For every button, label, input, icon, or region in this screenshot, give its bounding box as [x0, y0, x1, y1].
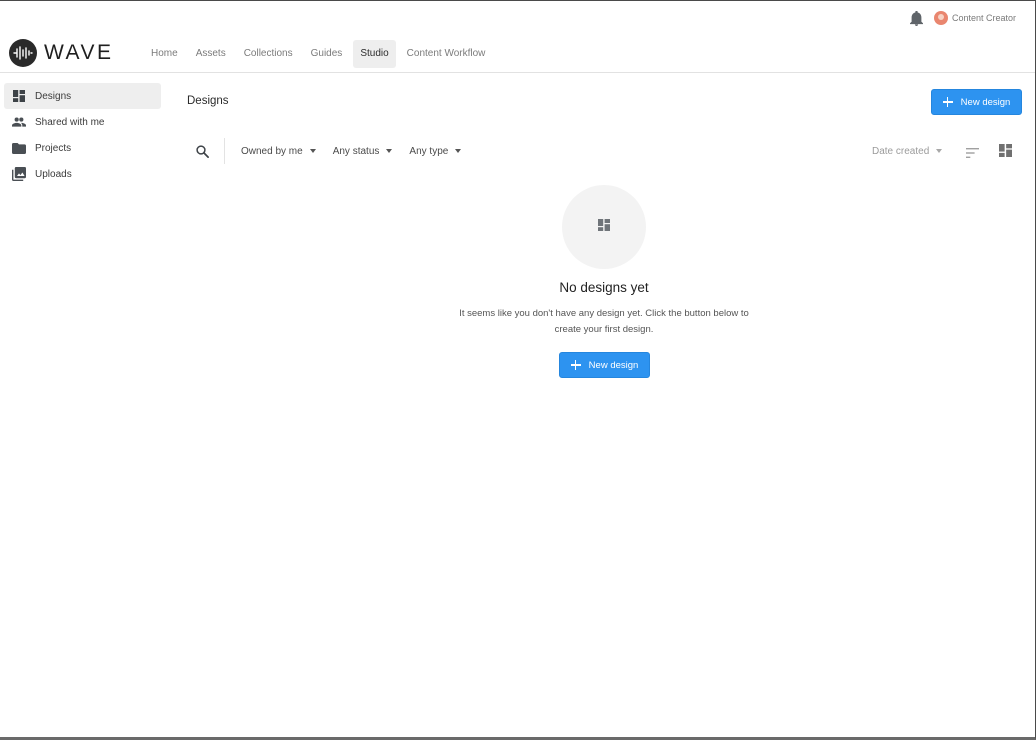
sidebar-item-label: Projects — [35, 142, 72, 154]
empty-state-new-design-button[interactable]: New design — [559, 352, 650, 378]
filter-bar: Owned by me Any status Any type — [193, 138, 478, 164]
sort-order-icon[interactable] — [966, 145, 980, 158]
nav-home[interactable]: Home — [144, 40, 185, 68]
page-title: Designs — [187, 95, 229, 107]
sort-controls: Date created — [872, 144, 1012, 158]
chevron-down-icon — [936, 149, 943, 153]
empty-state-button-label: New design — [588, 359, 639, 371]
nav-content-workflow[interactable]: Content Workflow — [400, 40, 493, 68]
empty-state-line-1: It seems like you don't have any design … — [459, 308, 749, 319]
wave-logo-icon — [9, 39, 37, 67]
empty-state-illustration — [562, 185, 646, 269]
folder-icon — [12, 141, 26, 155]
nav-studio[interactable]: Studio — [353, 40, 396, 68]
status-filter-dropdown[interactable]: Any status — [333, 146, 393, 157]
chevron-down-icon — [455, 149, 462, 153]
app-header: Content Creator WAVE Home Assets Collect… — [0, 1, 1035, 73]
sidebar-item-designs[interactable]: Designs — [4, 83, 161, 109]
grid-view-icon[interactable] — [999, 144, 1013, 158]
search-icon[interactable] — [193, 142, 211, 160]
brand-name: WAVE — [44, 41, 114, 64]
empty-state-line-2: create your first design. — [554, 323, 654, 335]
plus-icon — [570, 360, 581, 370]
sidebar-item-label: Uploads — [35, 168, 72, 180]
dashboard-icon — [598, 218, 610, 236]
sidebar-item-projects[interactable]: Projects — [4, 135, 161, 161]
sidebar-item-shared-with-me[interactable]: Shared with me — [4, 109, 161, 135]
sidebar-item-label: Designs — [35, 90, 72, 102]
owner-filter-label: Owned by me — [241, 145, 303, 157]
new-design-button-label: New design — [960, 96, 1011, 108]
chevron-down-icon — [386, 149, 393, 153]
new-design-button[interactable]: New design — [931, 89, 1022, 115]
people-icon — [12, 115, 26, 129]
chevron-down-icon — [309, 149, 316, 153]
sort-dropdown-label: Date created — [872, 145, 930, 157]
nav-collections[interactable]: Collections — [237, 40, 300, 68]
type-filter-label: Any type — [409, 145, 449, 157]
empty-state-title: No designs yet — [559, 280, 649, 295]
sort-dropdown[interactable]: Date created — [872, 145, 943, 157]
main-nav: Home Assets Collections Guides Studio Co… — [144, 40, 496, 68]
user-bar: Content Creator — [909, 10, 1016, 26]
dashboard-icon — [12, 89, 26, 103]
wave-logo[interactable]: WAVE — [9, 39, 114, 67]
empty-state-description: It seems like you don't have any design … — [449, 306, 759, 337]
nav-guides[interactable]: Guides — [304, 40, 350, 68]
user-avatar[interactable] — [933, 11, 948, 25]
notification-bell-icon[interactable] — [909, 10, 924, 26]
plus-icon — [942, 97, 953, 107]
photo-library-icon — [12, 167, 26, 181]
user-name[interactable]: Content Creator — [952, 13, 1016, 23]
sidebar-item-label: Shared with me — [35, 116, 105, 128]
sidebar: Designs Shared with me Projects Uploads — [4, 83, 161, 187]
status-filter-label: Any status — [332, 145, 380, 157]
owner-filter-dropdown[interactable]: Owned by me — [241, 146, 316, 157]
sidebar-item-uploads[interactable]: Uploads — [4, 161, 161, 187]
nav-assets[interactable]: Assets — [189, 40, 233, 68]
type-filter-dropdown[interactable]: Any type — [409, 145, 462, 157]
divider — [224, 138, 225, 164]
